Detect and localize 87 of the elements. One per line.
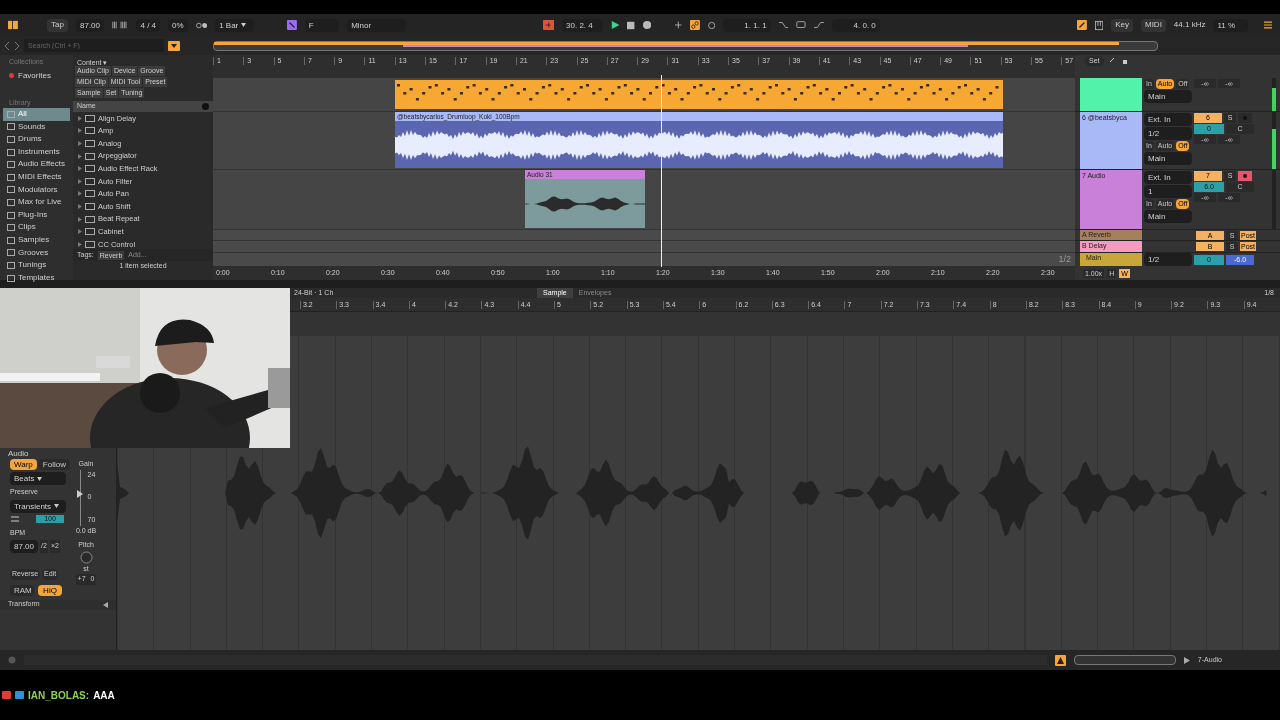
- loop-start-field[interactable]: 1. 1. 1: [723, 18, 771, 32]
- panel-heading: Audio: [7, 449, 30, 459]
- cpu-meter[interactable]: 11 %: [1213, 18, 1248, 32]
- zoom-label: 1/2: [1058, 252, 1071, 266]
- circle-icon[interactable]: [707, 20, 716, 30]
- forward-icon[interactable]: [14, 41, 20, 50]
- warning-icon[interactable]: [1054, 654, 1066, 666]
- time-signature-field[interactable]: 4 / 4: [136, 18, 161, 32]
- pitch-knob[interactable]: [79, 550, 93, 564]
- midi-map-button[interactable]: MIDI: [1140, 18, 1166, 32]
- channel-dropdown[interactable]: 1/2: [1144, 127, 1192, 140]
- layout-icon[interactable]: [8, 20, 18, 30]
- input-dropdown[interactable]: Ext. In: [1144, 171, 1192, 184]
- expand-icon[interactable]: [78, 115, 82, 121]
- chat-username: IAN_BOLAS:: [28, 688, 90, 703]
- toggle-button[interactable]: RAM: [10, 584, 34, 596]
- library-item[interactable]: Clips: [3, 221, 70, 234]
- library-item[interactable]: Audio Effects: [3, 158, 70, 171]
- channel-dropdown[interactable]: 1/2: [1144, 253, 1192, 266]
- record-icon[interactable]: [642, 20, 651, 30]
- overview-bar[interactable]: [213, 40, 1158, 51]
- output-dropdown[interactable]: Main: [1144, 210, 1192, 223]
- expand-icon[interactable]: [78, 128, 82, 134]
- library-item[interactable]: Modulators: [3, 183, 70, 197]
- sample-rate-label: 44.1 kHz: [1173, 19, 1206, 31]
- favorite-dot-icon: [9, 73, 14, 78]
- library-item[interactable]: Instruments: [3, 145, 70, 159]
- expand-icon[interactable]: [78, 153, 82, 159]
- swing-field[interactable]: 0%: [168, 18, 188, 32]
- plus-icon[interactable]: [675, 21, 682, 29]
- chat-message: AAA: [93, 688, 115, 703]
- link-icon[interactable]: [689, 19, 700, 31]
- caret-icon[interactable]: [241, 23, 247, 28]
- channel-dropdown[interactable]: 1: [1144, 185, 1192, 198]
- slider-thumb[interactable]: [76, 490, 83, 499]
- output-dropdown[interactable]: Main: [1144, 152, 1192, 165]
- filter-icon[interactable]: [168, 40, 180, 51]
- quantize-field[interactable]: 1 Bar: [215, 18, 255, 32]
- stop-icon[interactable]: [627, 20, 635, 30]
- input-dropdown[interactable]: Ext. In: [1144, 113, 1192, 126]
- back-icon[interactable]: [4, 41, 10, 50]
- library-item[interactable]: Tunings: [3, 259, 70, 272]
- toggle-button[interactable]: Follow: [38, 459, 70, 470]
- library-item[interactable]: MIDI Effects: [3, 170, 70, 184]
- curve-icon[interactable]: [814, 21, 825, 29]
- follow-icon[interactable]: [542, 19, 555, 31]
- output-dropdown[interactable]: Main: [1144, 90, 1192, 103]
- gain-slider[interactable]: [76, 469, 85, 526]
- scale-field[interactable]: Minor: [347, 18, 407, 32]
- library-item[interactable]: Plug-Ins: [3, 208, 70, 222]
- expand-icon[interactable]: [78, 141, 82, 146]
- library-item[interactable]: Max for Live: [3, 196, 70, 209]
- toggle-button[interactable]: HiQ: [38, 584, 62, 596]
- library-item[interactable]: Grooves: [3, 246, 70, 260]
- track-header[interactable]: [1080, 78, 1142, 111]
- key-field[interactable]: F: [304, 18, 340, 32]
- library-item[interactable]: Sounds: [3, 120, 70, 134]
- loop-icon[interactable]: [796, 20, 807, 30]
- tap-button[interactable]: Tap: [47, 18, 68, 32]
- library-item[interactable]: All: [3, 108, 70, 121]
- key-map-button[interactable]: Key: [1111, 18, 1133, 32]
- curve-icon[interactable]: [778, 21, 789, 29]
- song-position-field[interactable]: 30. 2. 4: [562, 18, 603, 32]
- menu-icon[interactable]: [1263, 20, 1273, 30]
- library-item[interactable]: Templates: [3, 271, 70, 285]
- metronome-icon[interactable]: [195, 21, 208, 29]
- scale-icon[interactable]: [286, 19, 297, 31]
- library-item[interactable]: Drums: [3, 133, 70, 146]
- caret-icon[interactable]: [37, 476, 43, 481]
- loop-length-field[interactable]: 4. 0. 0: [832, 18, 880, 32]
- arm-button[interactable]: [1238, 171, 1252, 181]
- collapse-icon[interactable]: [103, 601, 108, 608]
- clip-overview[interactable]: [1073, 655, 1176, 665]
- expand-icon[interactable]: [78, 216, 82, 222]
- play-icon[interactable]: [1183, 656, 1190, 664]
- toggle-button[interactable]: Warp: [10, 459, 37, 470]
- bpm-field[interactable]: 87.00: [10, 540, 39, 553]
- favorites-item[interactable]: Favorites: [18, 69, 51, 82]
- warp-mode-dropdown[interactable]: Beats: [10, 472, 66, 485]
- caret-icon[interactable]: [54, 504, 60, 509]
- metronome-bars-icon[interactable]: [112, 21, 129, 29]
- piano-icon[interactable]: [1094, 19, 1104, 31]
- library-item[interactable]: Samples: [3, 233, 70, 247]
- play-icon[interactable]: [611, 20, 620, 30]
- pencil-icon[interactable]: [1077, 19, 1087, 31]
- tempo-field[interactable]: 87.00: [76, 18, 104, 32]
- preserve-dropdown[interactable]: Transients: [10, 499, 66, 513]
